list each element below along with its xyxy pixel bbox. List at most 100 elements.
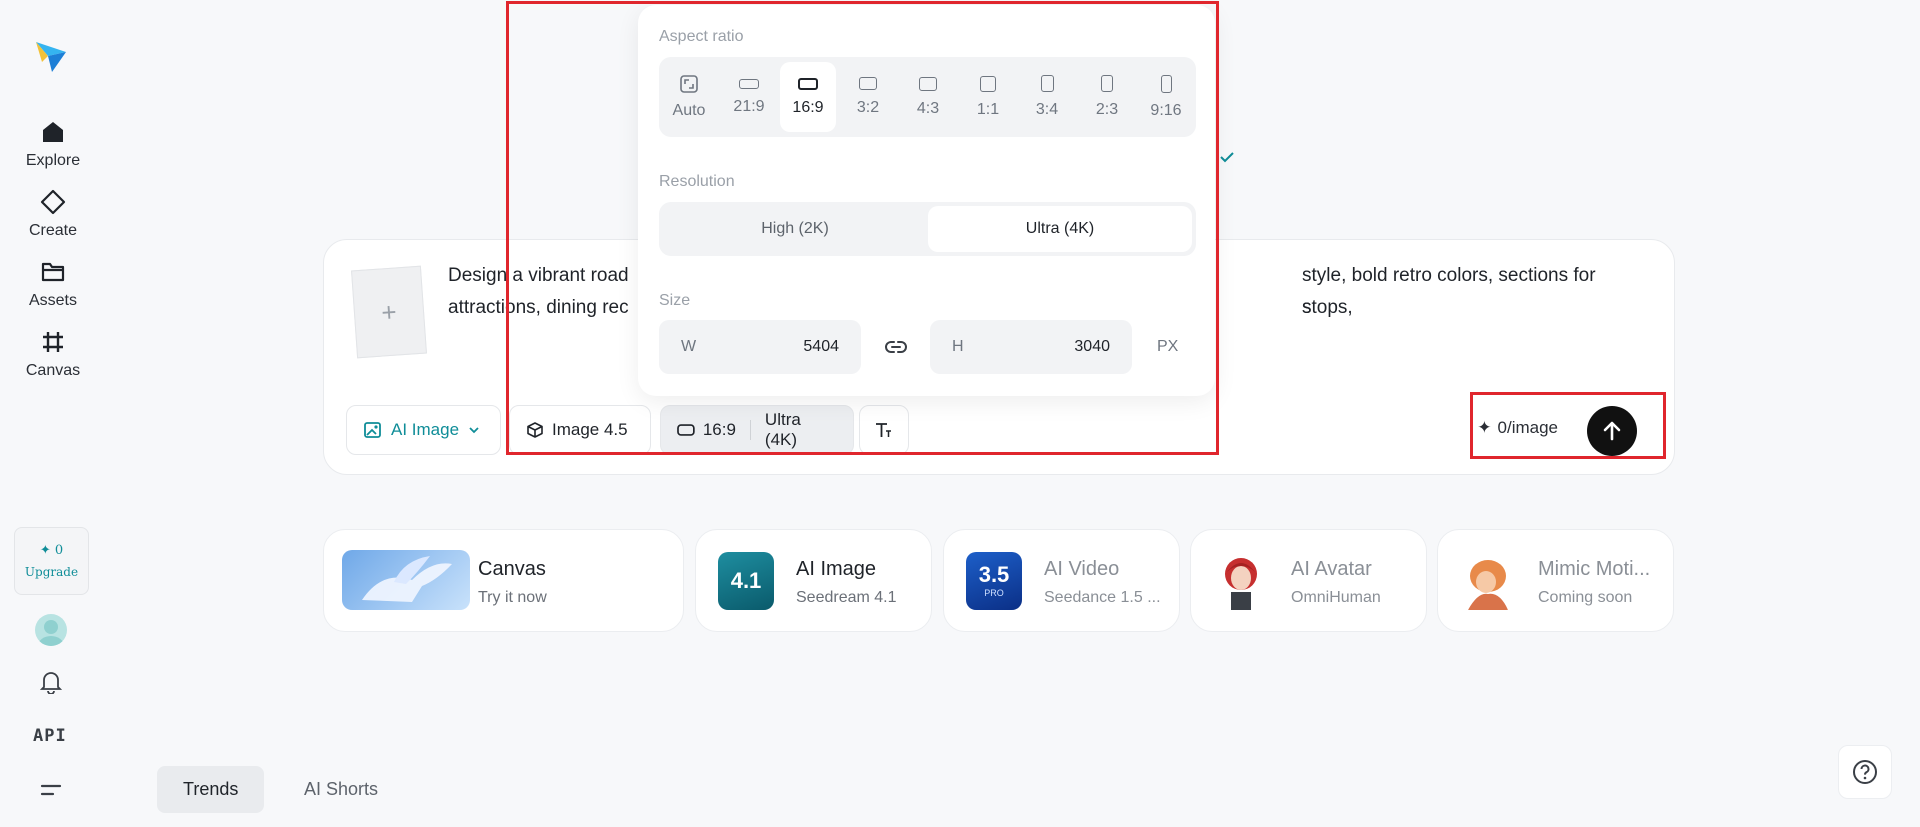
nav-explore-label: Explore: [25, 152, 81, 169]
feature-title: AI Avatar: [1291, 558, 1372, 580]
feature-card-canvas[interactable]: Canvas Try it now: [323, 529, 684, 632]
left-sidebar: Explore Create Assets Canvas ✦ 0 Upgrade…: [0, 0, 106, 827]
nav-assets-label: Assets: [28, 292, 77, 309]
credits-upgrade-box[interactable]: ✦ 0 Upgrade: [14, 527, 89, 595]
text-style-button[interactable]: [859, 405, 909, 455]
nav-canvas[interactable]: Canvas: [0, 328, 106, 390]
feature-subtitle: Coming soon: [1538, 589, 1633, 606]
ratio-option-3-2[interactable]: 3:2: [840, 62, 896, 132]
ratio-label: 3:2: [856, 99, 880, 116]
feature-title: AI Image: [796, 558, 877, 580]
feature-subtitle: Try it now: [478, 589, 547, 606]
feature-title: AI Video: [1044, 558, 1120, 580]
ratio-option-1-1[interactable]: 1:1: [960, 62, 1016, 132]
size-label: Size: [659, 292, 691, 309]
ratio-21-9-icon: [739, 78, 759, 89]
nav-create-label: Create: [28, 222, 78, 239]
frame-icon: [39, 328, 67, 356]
nav-create[interactable]: Create: [0, 188, 106, 250]
seedance-badge-sub: PRO: [984, 588, 1004, 598]
tab-trends-label: Trends: [183, 779, 239, 799]
ratio-settings-popup: Aspect ratio Auto 21:9 16:9 3:2 4:3 1:1 …: [638, 5, 1215, 396]
ratio-4-3-icon: [919, 76, 937, 91]
width-input[interactable]: W 5404: [659, 320, 861, 374]
ratio-option-auto[interactable]: Auto: [661, 62, 717, 132]
ratio-option-3-4[interactable]: 3:4: [1019, 62, 1075, 132]
model-label: Image 4.5: [552, 420, 628, 439]
ratio-option-2-3[interactable]: 2:3: [1079, 62, 1135, 132]
width-key: W: [681, 338, 697, 355]
feature-subtitle: Seedream 4.1: [796, 589, 897, 606]
cost-label: 0/image: [1497, 418, 1558, 437]
ratio-option-4-3[interactable]: 4:3: [900, 62, 956, 132]
nav-canvas-label: Canvas: [25, 362, 81, 379]
ratio-chip-label: 16:9: [702, 420, 736, 439]
unit-label: PX: [1157, 338, 1179, 355]
ratio-option-16-9[interactable]: 16:9: [780, 62, 836, 132]
mode-dropdown[interactable]: AI Image: [346, 405, 501, 455]
folder-icon: [39, 258, 67, 286]
auto-ratio-icon: [680, 74, 698, 93]
chip-divider: [749, 420, 751, 440]
feature-card-mimic-motion[interactable]: Mimic Moti... Coming soon: [1437, 529, 1674, 632]
bell-icon[interactable]: [37, 668, 65, 696]
app-logo-icon[interactable]: [34, 34, 68, 74]
upgrade-link[interactable]: Upgrade: [25, 565, 78, 579]
width-value: 5404: [803, 338, 839, 355]
ratio-option-9-16[interactable]: 9:16: [1138, 62, 1194, 132]
ratio-label: 16:9: [792, 98, 824, 116]
ratio-resolution-button[interactable]: 16:9 Ultra (4K): [660, 405, 854, 455]
seedream-badge-text: 4.1: [730, 568, 762, 593]
ratio-label: 21:9: [733, 97, 765, 115]
mode-label: AI Image: [391, 420, 460, 439]
feature-card-ai-video[interactable]: 3.5 PRO AI Video Seedance 1.5 ...: [943, 529, 1180, 632]
feature-card-ai-avatar[interactable]: AI Avatar OmniHuman: [1190, 529, 1427, 632]
user-avatar[interactable]: [35, 614, 67, 646]
text-format-icon: [876, 423, 891, 437]
diamond-icon: [39, 188, 67, 216]
resolution-option-high[interactable]: High (2K): [663, 206, 927, 252]
menu-icon[interactable]: [37, 776, 65, 804]
ratio-label: 9:16: [1150, 101, 1182, 119]
resolution-chip-label: Ultra (4K): [764, 410, 801, 449]
api-link[interactable]: API: [33, 726, 67, 746]
canvas-thumbnail: [342, 550, 470, 610]
tab-trends[interactable]: Trends: [157, 766, 265, 813]
prompt-line1-start: Design a vibrant road: [448, 265, 629, 286]
ratio-1-1-icon: [980, 75, 996, 92]
resolution-option-label: High (2K): [761, 220, 829, 237]
resolution-label: Resolution: [659, 173, 735, 190]
ratio-option-21-9[interactable]: 21:9: [721, 62, 777, 132]
feature-card-ai-image[interactable]: 4.1 AI Image Seedream 4.1: [695, 529, 932, 632]
height-input[interactable]: H 3040: [930, 320, 1132, 374]
arrow-up-icon: [1603, 421, 1621, 441]
seedream-badge-icon: 4.1: [718, 552, 774, 610]
seedance-badge-icon: 3.5 PRO: [966, 552, 1022, 610]
link-dimensions-icon[interactable]: [883, 334, 909, 360]
seedance-badge-text: 3.5: [978, 562, 1010, 587]
generate-button[interactable]: [1587, 406, 1637, 456]
ratio-label: 3:4: [1035, 101, 1059, 118]
add-reference-image-button[interactable]: +: [351, 265, 427, 359]
help-icon: [1853, 760, 1877, 784]
tab-ai-shorts[interactable]: AI Shorts: [278, 766, 404, 813]
resolution-option-ultra[interactable]: Ultra (4K): [928, 206, 1192, 252]
home-icon: [39, 118, 67, 146]
nav-explore[interactable]: Explore: [0, 118, 106, 180]
model-selector[interactable]: Image 4.5: [509, 405, 651, 455]
feature-subtitle: Seedance 1.5 ...: [1044, 589, 1161, 606]
ratio-label: 2:3: [1095, 101, 1119, 118]
aspect-ratio-options: Auto 21:9 16:9 3:2 4:3 1:1 3:4 2:3 9:16: [659, 57, 1196, 137]
height-key: H: [952, 338, 964, 355]
help-button[interactable]: [1838, 745, 1892, 799]
cube-icon: [527, 422, 543, 438]
tab-ai-shorts-label: AI Shorts: [304, 779, 379, 799]
prompt-line2-start: attractions, dining rec: [448, 297, 629, 318]
ratio-9-16-icon: [1160, 74, 1172, 93]
prompt-line2-end: s: [1302, 297, 1312, 318]
credit-cost: ✦ 0/image: [1477, 418, 1558, 438]
chevron-down-icon: [469, 427, 479, 434]
nav-assets[interactable]: Assets: [0, 258, 106, 320]
sparkle-icon: ✦: [1477, 418, 1492, 437]
ratio-16-9-icon: [798, 77, 818, 90]
